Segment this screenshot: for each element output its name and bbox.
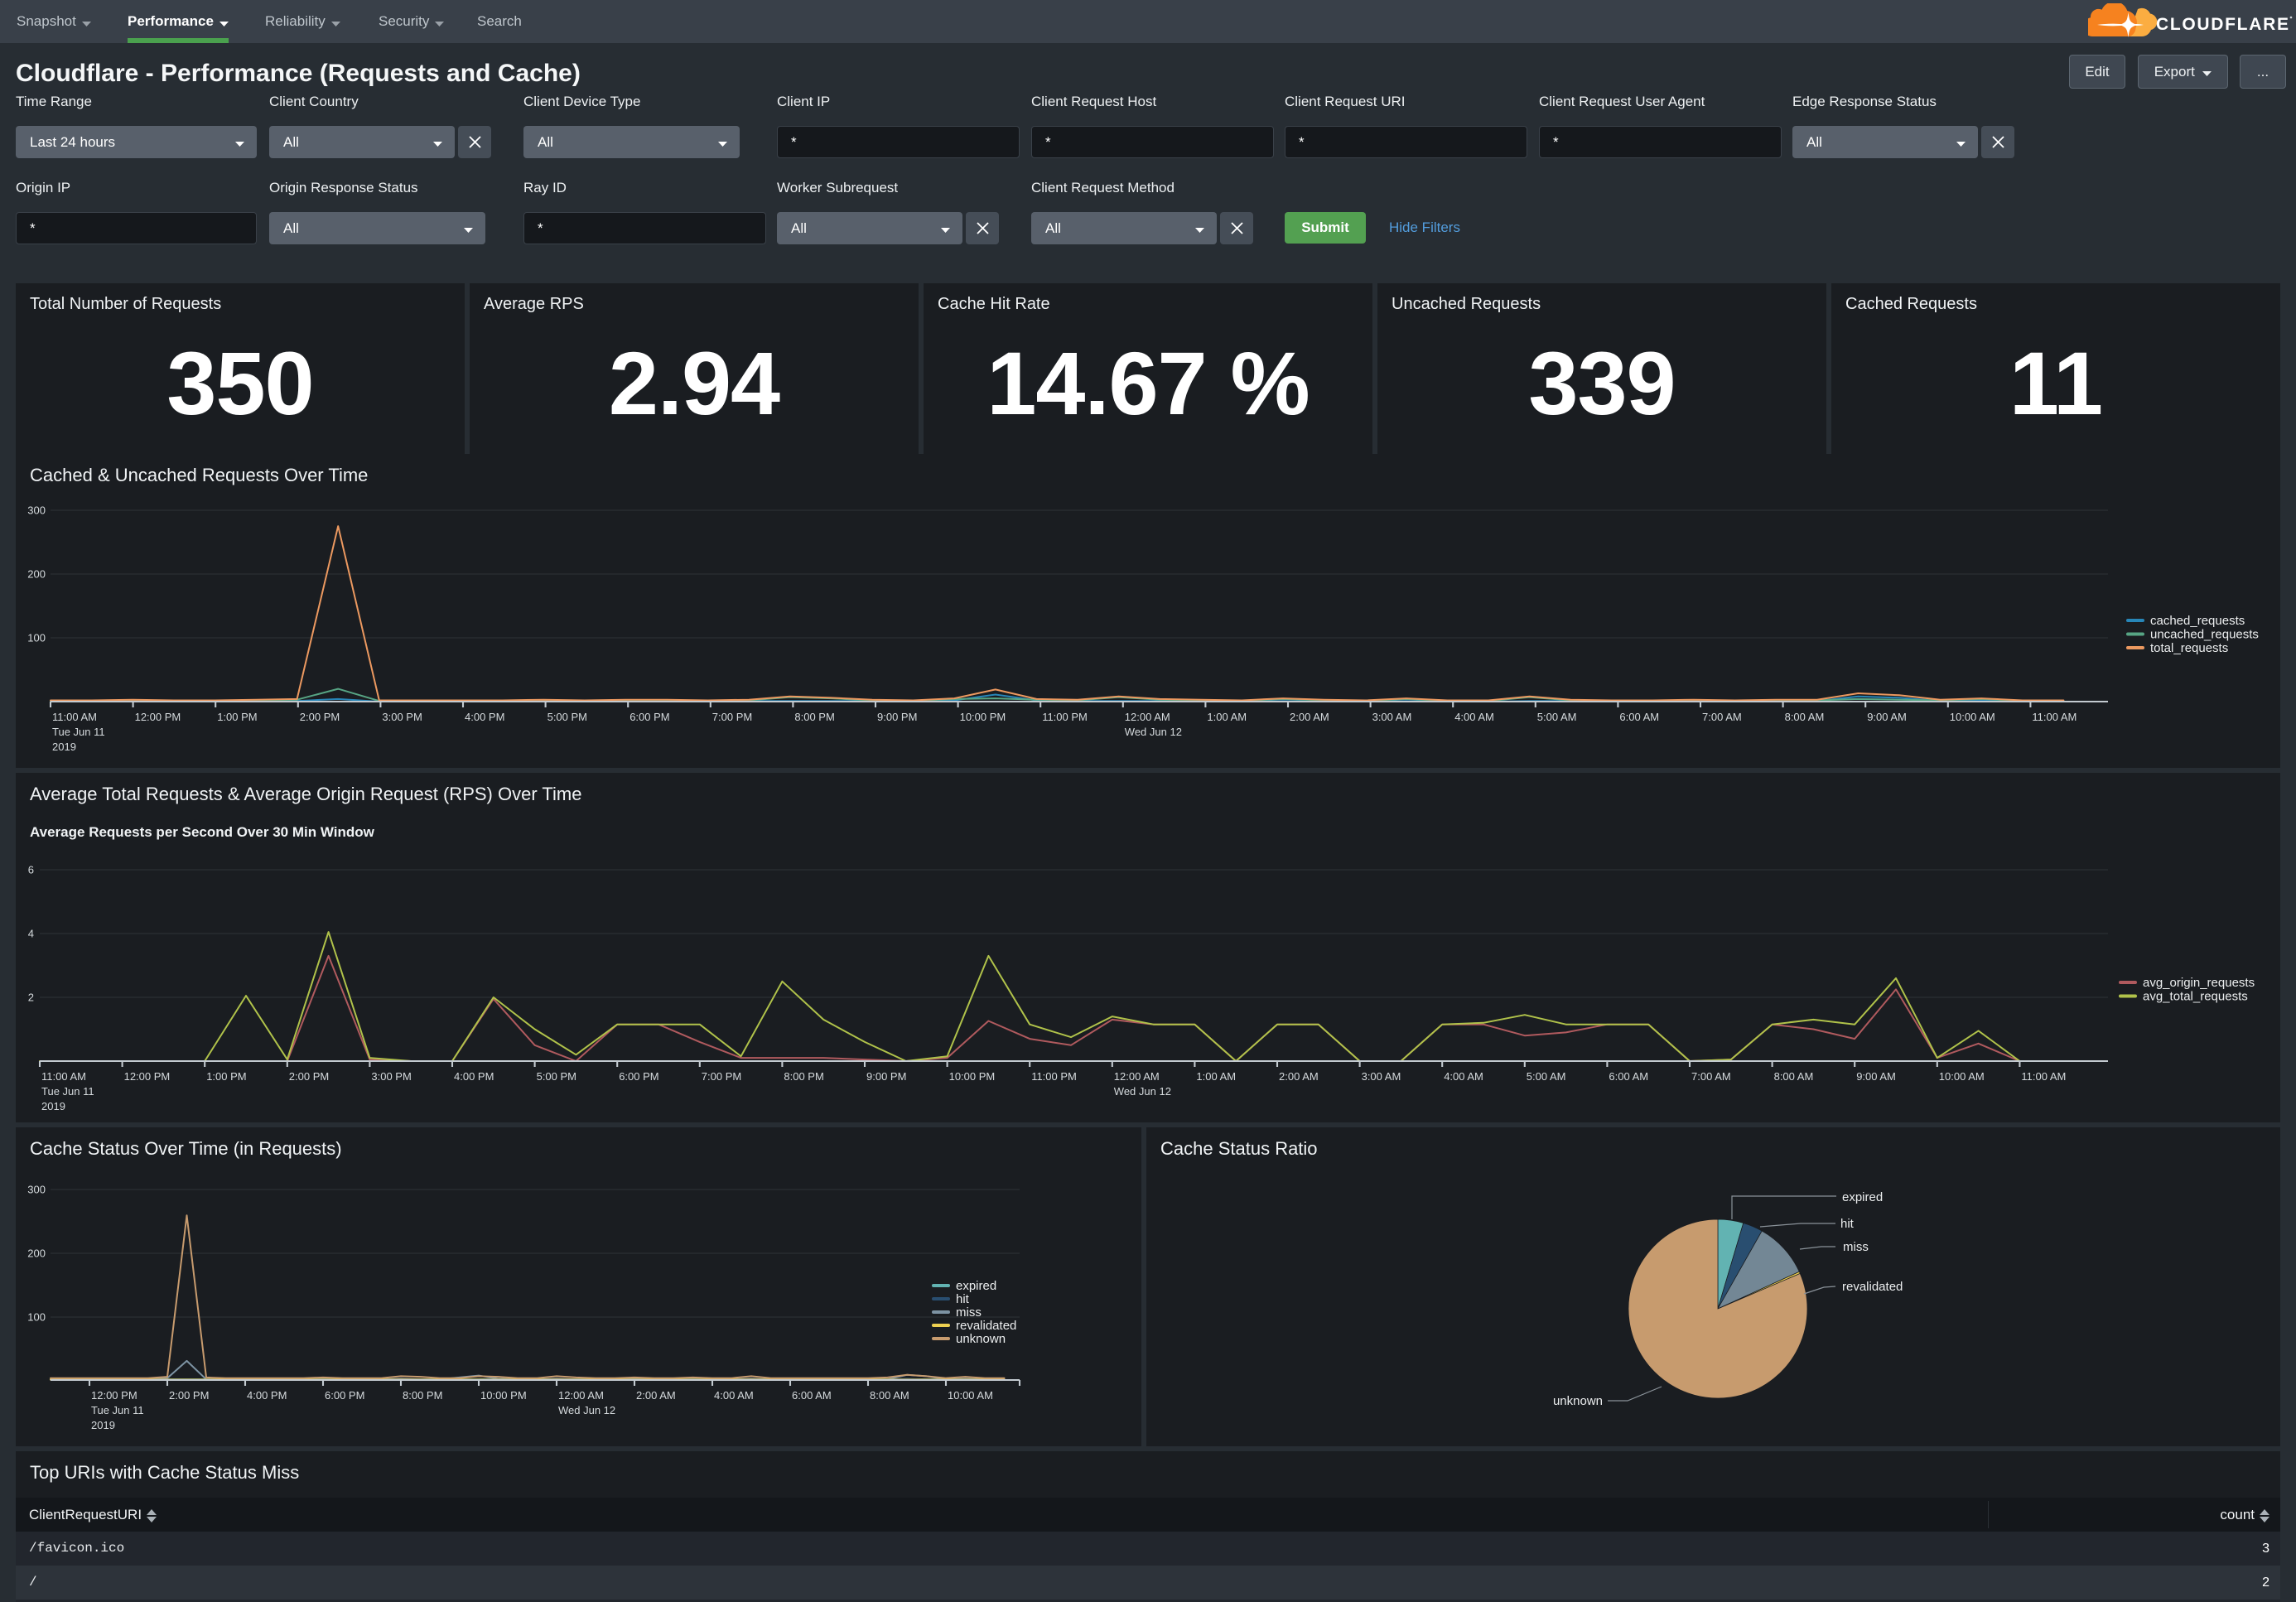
svg-text:5:00 PM: 5:00 PM [547, 711, 587, 723]
svg-text:12:00 AM: 12:00 AM [558, 1389, 604, 1402]
svg-text:1:00 AM: 1:00 AM [1207, 711, 1247, 723]
svg-text:cached_requests: cached_requests [2150, 614, 2245, 628]
svg-text:3:00 PM: 3:00 PM [382, 711, 422, 723]
svg-text:12:00 AM: 12:00 AM [1125, 711, 1170, 723]
svg-text:11:00 PM: 11:00 PM [1031, 1070, 1077, 1083]
svg-text:Tue Jun 11: Tue Jun 11 [52, 726, 105, 738]
svg-text:4:00 AM: 4:00 AM [714, 1389, 754, 1402]
svg-text:2019: 2019 [52, 741, 76, 753]
svg-text:3:00 AM: 3:00 AM [1372, 711, 1412, 723]
svg-text:Wed Jun 12: Wed Jun 12 [558, 1404, 615, 1416]
svg-text:2:00 AM: 2:00 AM [1290, 711, 1329, 723]
svg-text:4:00 AM: 4:00 AM [1444, 1070, 1483, 1083]
svg-text:12:00 PM: 12:00 PM [124, 1070, 171, 1083]
svg-text:10:00 AM: 10:00 AM [1950, 711, 1995, 723]
svg-text:11:00 AM: 11:00 AM [2032, 711, 2077, 723]
svg-text:10:00 PM: 10:00 PM [480, 1389, 527, 1402]
svg-text:avg_total_requests: avg_total_requests [2143, 990, 2248, 1004]
svg-text:uncached_requests: uncached_requests [2150, 628, 2259, 642]
svg-text:10:00 AM: 10:00 AM [1939, 1070, 1985, 1083]
svg-text:8:00 PM: 8:00 PM [784, 1070, 823, 1083]
svg-text:4:00 PM: 4:00 PM [247, 1389, 287, 1402]
svg-text:Wed Jun 12: Wed Jun 12 [1114, 1085, 1171, 1098]
svg-text:5:00 PM: 5:00 PM [537, 1070, 576, 1083]
svg-text:5:00 AM: 5:00 AM [1527, 1070, 1566, 1083]
svg-text:8:00 PM: 8:00 PM [403, 1389, 442, 1402]
svg-text:Wed Jun 12: Wed Jun 12 [1125, 726, 1182, 738]
svg-text:total_requests: total_requests [2150, 641, 2228, 655]
svg-text:300: 300 [27, 504, 46, 517]
svg-text:5:00 AM: 5:00 AM [1537, 711, 1577, 723]
svg-text:2:00 PM: 2:00 PM [169, 1389, 209, 1402]
svg-text:3:00 AM: 3:00 AM [1362, 1070, 1401, 1083]
svg-text:8:00 AM: 8:00 AM [870, 1389, 909, 1402]
svg-text:hit: hit [956, 1292, 970, 1306]
svg-text:9:00 PM: 9:00 PM [866, 1070, 906, 1083]
svg-text:1:00 PM: 1:00 PM [206, 1070, 246, 1083]
svg-text:200: 200 [27, 1247, 46, 1260]
svg-text:7:00 AM: 7:00 AM [1691, 1070, 1731, 1083]
svg-text:expired: expired [956, 1279, 996, 1293]
svg-text:8:00 AM: 8:00 AM [1785, 711, 1825, 723]
svg-text:12:00 AM: 12:00 AM [1114, 1070, 1160, 1083]
svg-text:7:00 PM: 7:00 PM [702, 1070, 741, 1083]
svg-text:10:00 PM: 10:00 PM [960, 711, 1006, 723]
svg-text:2:00 PM: 2:00 PM [289, 1070, 329, 1083]
svg-text:6: 6 [28, 864, 34, 876]
svg-text:200: 200 [27, 568, 46, 581]
svg-text:revalidated: revalidated [956, 1319, 1016, 1333]
svg-text:9:00 AM: 9:00 AM [1867, 711, 1907, 723]
svg-text:10:00 PM: 10:00 PM [949, 1070, 996, 1083]
svg-text:6:00 AM: 6:00 AM [792, 1389, 832, 1402]
svg-text:unknown: unknown [1553, 1394, 1603, 1408]
svg-text:11:00 AM: 11:00 AM [2021, 1070, 2066, 1083]
svg-text:6:00 PM: 6:00 PM [325, 1389, 364, 1402]
svg-text:12:00 PM: 12:00 PM [91, 1389, 137, 1402]
svg-text:2019: 2019 [91, 1419, 115, 1431]
svg-text:6:00 AM: 6:00 AM [1619, 711, 1659, 723]
svg-text:11:00 AM: 11:00 AM [41, 1070, 86, 1083]
svg-text:revalidated: revalidated [1842, 1280, 1903, 1294]
svg-text:avg_origin_requests: avg_origin_requests [2143, 976, 2255, 990]
svg-text:2019: 2019 [41, 1100, 65, 1112]
svg-text:miss: miss [1843, 1240, 1869, 1254]
svg-text:expired: expired [1842, 1190, 1883, 1204]
svg-text:2: 2 [28, 992, 34, 1004]
svg-text:9:00 PM: 9:00 PM [877, 711, 917, 723]
svg-text:100: 100 [27, 1311, 46, 1324]
svg-text:7:00 PM: 7:00 PM [712, 711, 752, 723]
svg-text:miss: miss [956, 1305, 982, 1320]
svg-text:4: 4 [28, 928, 34, 940]
svg-text:6:00 AM: 6:00 AM [1609, 1070, 1648, 1083]
svg-text:7:00 AM: 7:00 AM [1702, 711, 1742, 723]
svg-text:1:00 PM: 1:00 PM [217, 711, 257, 723]
svg-text:2:00 PM: 2:00 PM [300, 711, 340, 723]
svg-text:8:00 AM: 8:00 AM [1774, 1070, 1814, 1083]
svg-text:4:00 AM: 4:00 AM [1454, 711, 1494, 723]
svg-text:11:00 AM: 11:00 AM [52, 711, 97, 723]
svg-text:11:00 PM: 11:00 PM [1042, 711, 1088, 723]
svg-text:8:00 PM: 8:00 PM [794, 711, 834, 723]
svg-text:6:00 PM: 6:00 PM [629, 711, 669, 723]
svg-text:CLOUDFLARE: CLOUDFLARE [2156, 15, 2290, 34]
svg-text:9:00 AM: 9:00 AM [1856, 1070, 1896, 1083]
svg-text:4:00 PM: 4:00 PM [465, 711, 504, 723]
svg-text:12:00 PM: 12:00 PM [135, 711, 181, 723]
svg-text:10:00 AM: 10:00 AM [948, 1389, 993, 1402]
svg-text:3:00 PM: 3:00 PM [371, 1070, 411, 1083]
svg-text:6:00 PM: 6:00 PM [619, 1070, 658, 1083]
svg-text:unknown: unknown [956, 1332, 1006, 1346]
svg-text:Tue Jun 11: Tue Jun 11 [91, 1404, 144, 1416]
svg-text:300: 300 [27, 1184, 46, 1196]
svg-text:2:00 AM: 2:00 AM [636, 1389, 676, 1402]
svg-text:hit: hit [1840, 1217, 1855, 1231]
svg-text:100: 100 [27, 632, 46, 644]
svg-text:4:00 PM: 4:00 PM [454, 1070, 494, 1083]
svg-text:2:00 AM: 2:00 AM [1279, 1070, 1319, 1083]
svg-text:Tue Jun 11: Tue Jun 11 [41, 1085, 94, 1098]
svg-text:1:00 AM: 1:00 AM [1196, 1070, 1236, 1083]
